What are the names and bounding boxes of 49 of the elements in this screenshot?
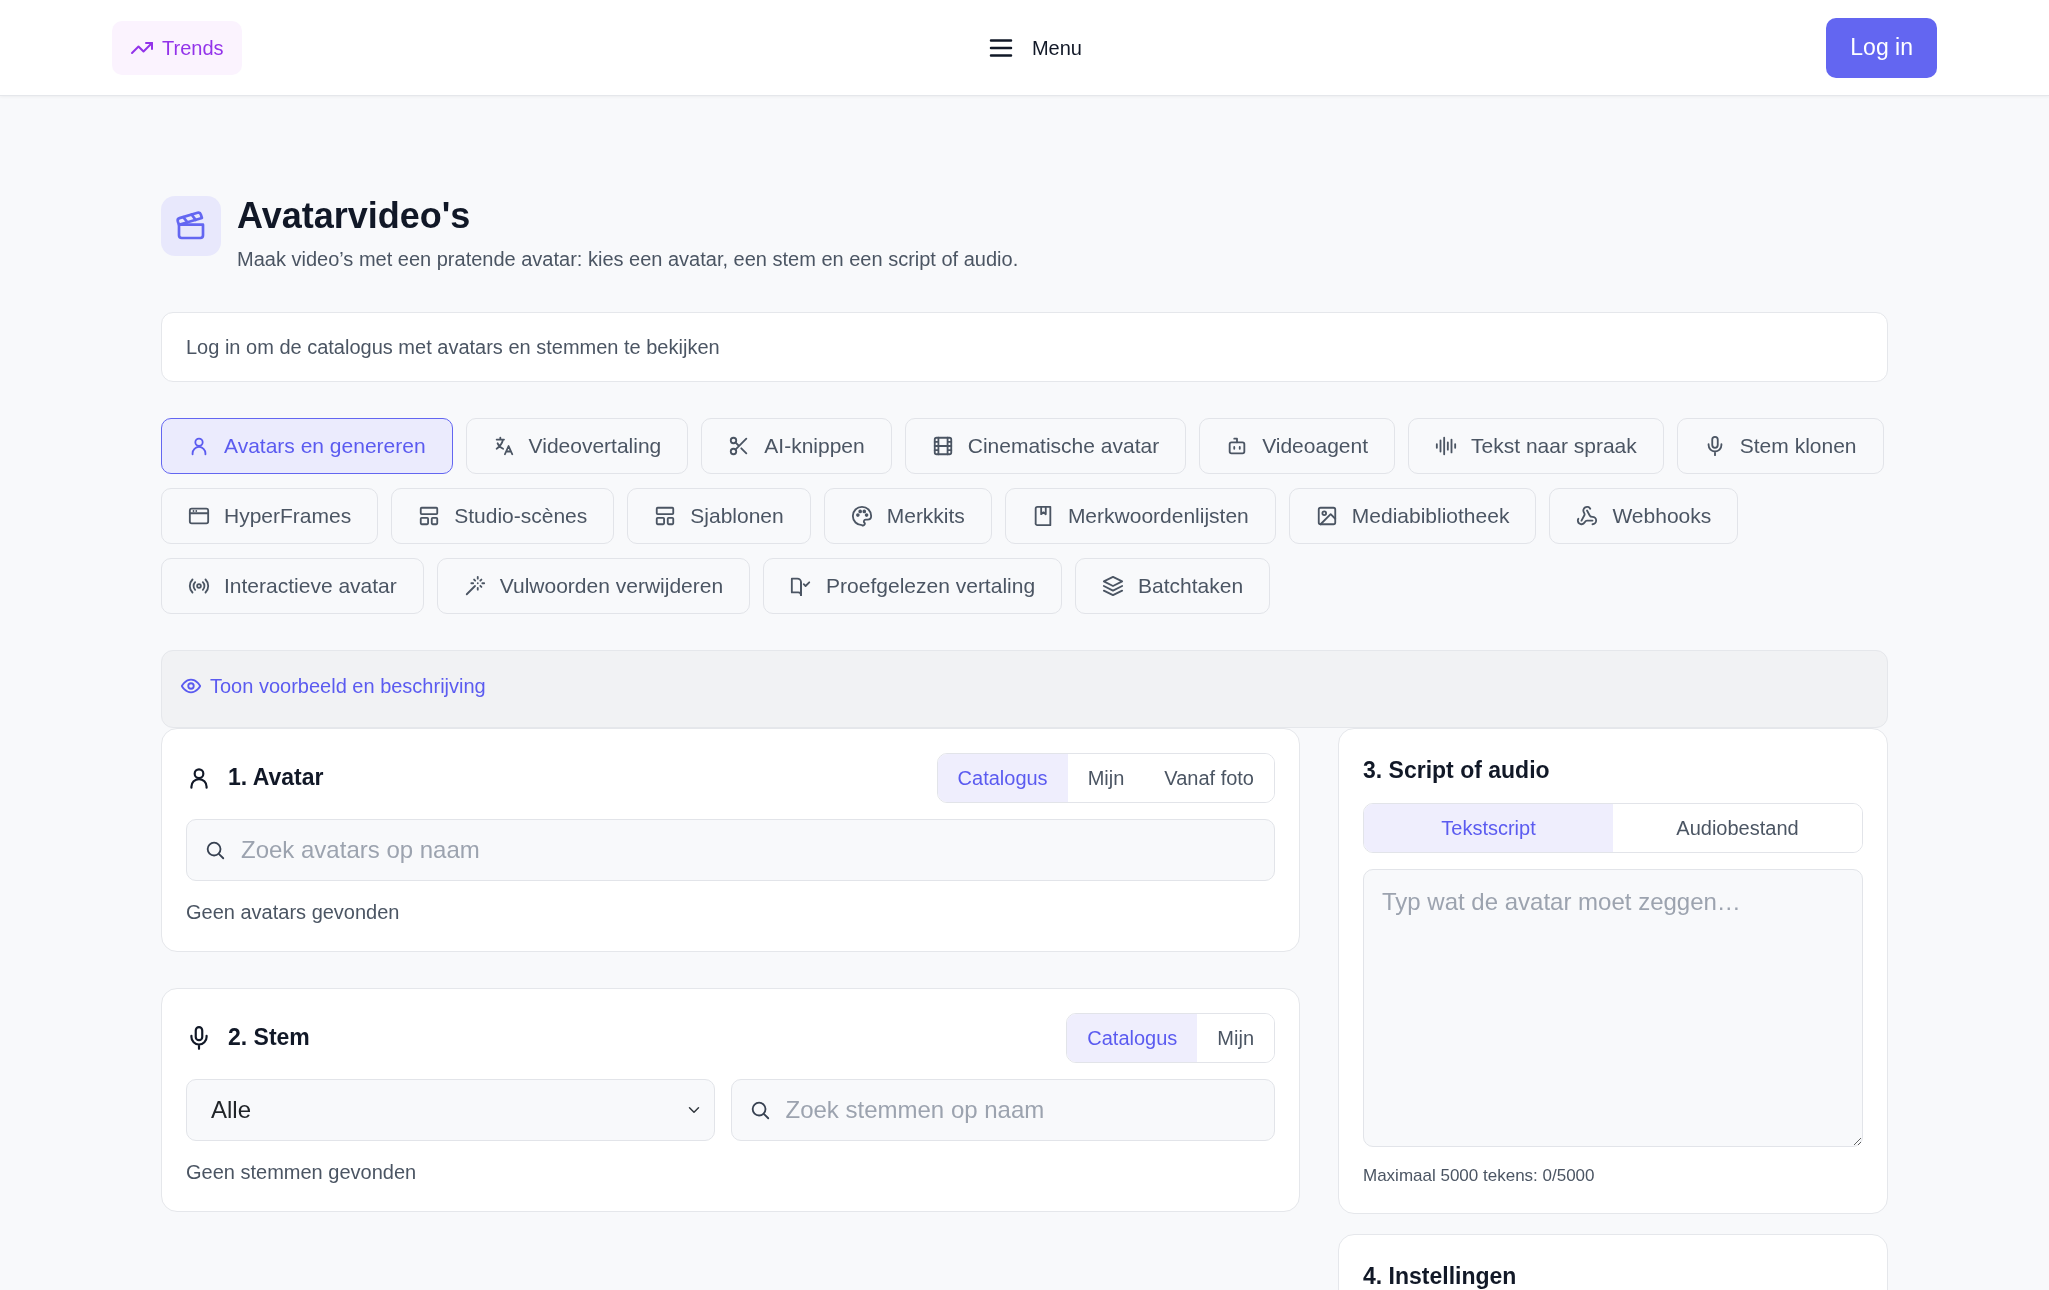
login-button[interactable]: Log in: [1826, 17, 1937, 78]
feature-tab[interactable]: AI-knippen: [701, 417, 892, 474]
feature-tab[interactable]: Avatars en genereren: [161, 417, 453, 474]
page-subtitle: Maak video’s met een pratende avatar: kies een avatar, een stem en een script of audio.: [237, 246, 1019, 272]
card-title: 2. Stem: [228, 1023, 310, 1053]
page-title: Avatarvideo's: [237, 196, 472, 236]
feature-tab[interactable]: Interactieve avatar: [161, 557, 424, 614]
feature-tab[interactable]: Sjablonen: [627, 487, 811, 544]
feature-tab[interactable]: Mediabibliotheek: [1288, 487, 1537, 544]
card-title: 3. Script of audio: [1363, 755, 1551, 785]
feature-tab[interactable]: Merkkits: [823, 487, 992, 544]
feature-tab[interactable]: Vulwoorden verwijderen: [436, 557, 751, 614]
segment-tab[interactable]: Tekstscript: [1364, 804, 1613, 853]
feature-tab[interactable]: Videovertaling: [465, 417, 689, 474]
feature-tab[interactable]: Webhooks: [1549, 487, 1739, 544]
empty-message: Geen stemmen gevonden: [186, 1159, 418, 1185]
layers-icon: [1102, 574, 1125, 597]
layout-icon: [654, 504, 677, 527]
trends-button[interactable]: Trends: [112, 20, 242, 75]
preview-toggle-link[interactable]: Toon voorbeeld en beschrijving: [180, 670, 486, 701]
magic-wand-icon: [463, 574, 486, 597]
search-field[interactable]: Zoek stemmen op naam: [730, 1078, 1275, 1141]
webhook-icon: [1576, 504, 1599, 527]
feature-tab[interactable]: Proefgelezen vertaling: [763, 557, 1063, 614]
feature-tab[interactable]: Tekst naar spraak: [1408, 417, 1664, 474]
feature-tab[interactable]: Merkwoordenlijsten: [1004, 487, 1276, 544]
empty-message: Geen avatars gevonden: [186, 899, 401, 925]
segment-tab[interactable]: Catalogus: [1067, 1013, 1198, 1062]
image-icon: [1315, 504, 1338, 527]
character-counter: Maximaal 5000 tekens: 0/5000: [1363, 1165, 1596, 1188]
feature-tab[interactable]: HyperFrames: [161, 487, 379, 544]
feature-tab[interactable]: Studio-scènes: [391, 487, 615, 544]
script-textarea[interactable]: Typ wat de avatar moet zeggen…: [1363, 869, 1863, 1148]
menu-button[interactable]: Menu: [979, 31, 1088, 64]
filter-select[interactable]: Alle: [186, 1078, 715, 1141]
feature-tab[interactable]: Cinematische avatar: [904, 417, 1187, 474]
sound-wave-icon: [1435, 434, 1458, 457]
clapperboard-drawing: [175, 210, 207, 242]
card-title: 4. Instellingen: [1363, 1261, 1518, 1290]
feature-tab[interactable]: Stem klonen: [1676, 417, 1884, 474]
segment-tab[interactable]: Catalogus: [937, 753, 1068, 802]
card-title: 1. Avatar: [228, 763, 324, 793]
feature-tab[interactable]: Videoagent: [1199, 417, 1396, 474]
layout-icon: [418, 504, 441, 527]
search-field[interactable]: Zoek avatars op naam: [186, 818, 1275, 881]
film-icon: [931, 434, 954, 457]
palette-icon: [850, 504, 873, 527]
feature-tab[interactable]: Batchtaken: [1075, 557, 1271, 614]
login-notice: Log in om de catalogus met avatars en stemmen te bekijken: [161, 311, 1888, 382]
